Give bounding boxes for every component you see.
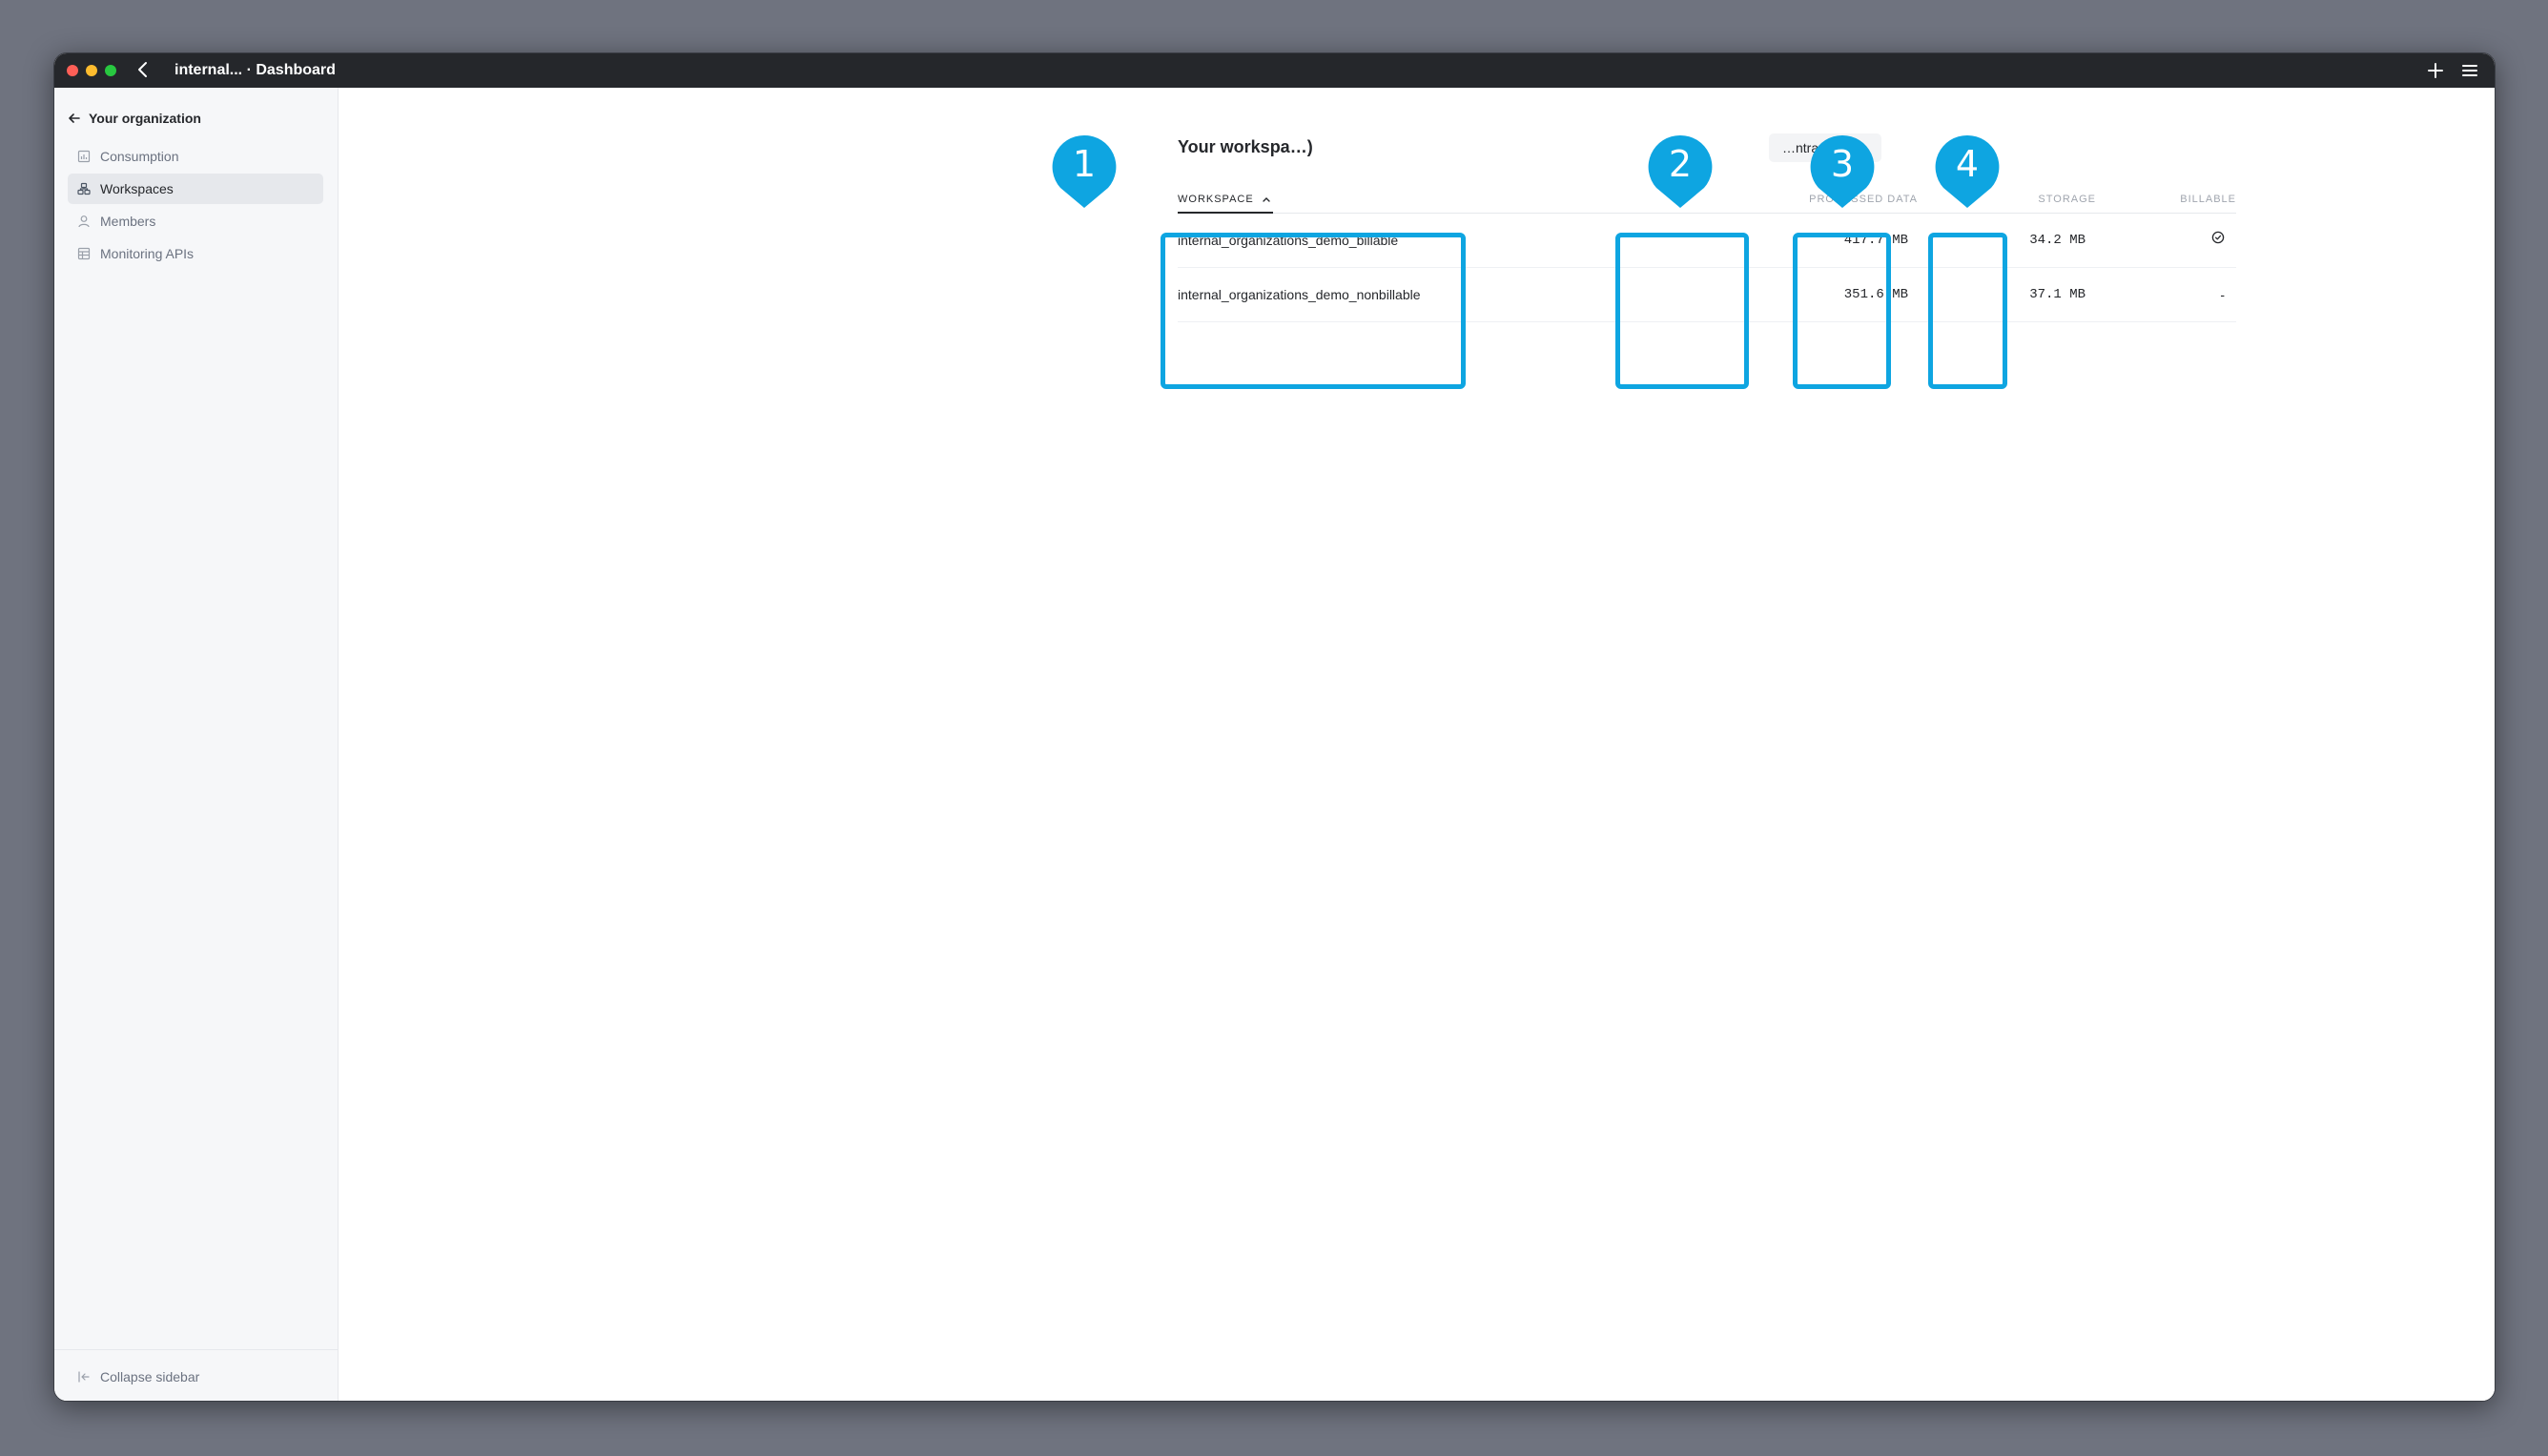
callout-badge: 2 (1647, 133, 1714, 208)
storage-value: 37.1 MB (2029, 287, 2086, 302)
column-header-billable[interactable]: BILLABLE (2180, 194, 2236, 205)
collapse-icon (78, 1370, 90, 1383)
callout-badge: 4 (1934, 133, 2001, 208)
chevron-up-icon (1263, 197, 1270, 202)
back-arrow-icon[interactable] (133, 59, 154, 80)
sidebar: Your organization Consumption Workspaces (54, 88, 339, 1401)
callout-number: 3 (1830, 143, 1855, 185)
callout-number: 2 (1668, 143, 1693, 185)
org-back-label: Your organization (89, 111, 201, 126)
callout-box-storage (1793, 233, 1891, 389)
billable-value (2211, 231, 2225, 247)
minimize-window-button[interactable] (86, 65, 97, 76)
callout-box-workspace (1161, 233, 1466, 389)
collapse-label: Collapse sidebar (100, 1368, 200, 1384)
maximize-window-button[interactable] (105, 65, 116, 76)
workspaces-icon (77, 182, 91, 195)
title-bar: internal... · Dashboard (54, 53, 2495, 88)
window-title: internal... · Dashboard (175, 62, 336, 78)
org-back-link[interactable]: Your organization (68, 107, 201, 130)
section-title: Your workspa…) (1178, 137, 1313, 156)
column-header-label: WORKSPACE (1178, 194, 1254, 205)
sidebar-item-label: Monitoring APIs (100, 246, 195, 261)
callout-box-billable (1928, 233, 2007, 389)
callout-badge: 1 (1051, 133, 1118, 208)
callout-box-processed-data (1615, 233, 1749, 389)
app-window: internal... · Dashboard Your organizatio… (53, 52, 2496, 1402)
column-header-storage[interactable]: STORAGE (2038, 194, 2096, 205)
billable-value: - (2220, 287, 2225, 302)
check-circle-icon (2211, 231, 2225, 244)
main-content: Your workspa…) …ntract star… WORKSPACE P… (339, 88, 2495, 1401)
user-icon (78, 215, 90, 228)
sidebar-item-label: Consumption (100, 149, 179, 164)
sidebar-item-consumption[interactable]: Consumption (68, 141, 323, 172)
callout-badge: 3 (1809, 133, 1876, 208)
storage-value: 34.2 MB (2029, 233, 2086, 248)
sidebar-item-label: Members (100, 214, 156, 229)
sidebar-item-workspaces[interactable]: Workspaces (68, 174, 323, 204)
sidebar-item-monitoring-apis[interactable]: Monitoring APIs (68, 238, 323, 269)
callout-number: 1 (1072, 143, 1097, 185)
column-header-workspace[interactable]: WORKSPACE (1178, 194, 1273, 214)
plus-icon[interactable] (2426, 61, 2445, 80)
menu-icon[interactable] (2460, 61, 2479, 80)
sidebar-item-members[interactable]: Members (68, 206, 323, 236)
chart-icon (77, 150, 91, 163)
collapse-sidebar-button[interactable]: Collapse sidebar (54, 1349, 338, 1401)
table-icon (77, 247, 91, 260)
sidebar-item-label: Workspaces (100, 181, 174, 196)
callout-number: 4 (1955, 143, 1980, 185)
arrow-left-icon (69, 113, 80, 123)
close-window-button[interactable] (67, 65, 78, 76)
